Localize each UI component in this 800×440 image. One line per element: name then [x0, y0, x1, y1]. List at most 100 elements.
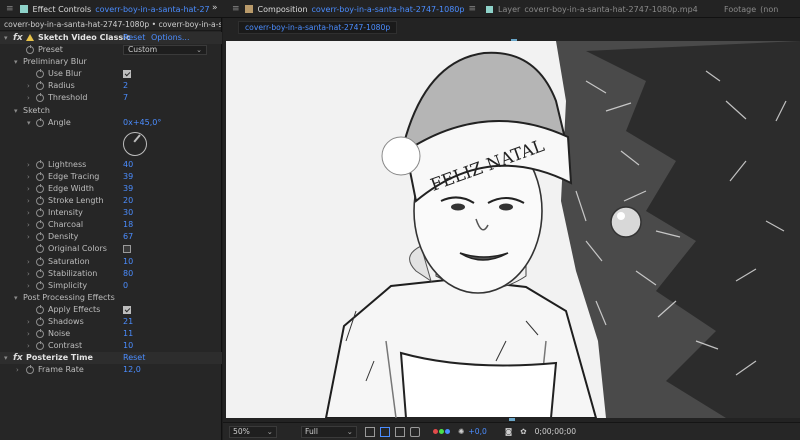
- stopwatch-icon[interactable]: [36, 93, 44, 103]
- grid-guides-icon[interactable]: [410, 426, 420, 437]
- hamburger-icon[interactable]: ≡: [6, 4, 14, 14]
- options-button[interactable]: Options...: [151, 32, 190, 44]
- param-value[interactable]: 2: [123, 80, 128, 92]
- param-value[interactable]: 39: [123, 183, 133, 195]
- chevron-right-icon[interactable]: ›: [27, 231, 30, 243]
- chevron-right-icon[interactable]: ›: [27, 316, 30, 328]
- reset-button[interactable]: Reset: [123, 352, 145, 364]
- param-value[interactable]: 67: [123, 231, 133, 243]
- frame-handle-bottom[interactable]: [509, 418, 515, 421]
- mask-visibility-icon[interactable]: [395, 426, 405, 437]
- transparency-grid-icon[interactable]: [380, 426, 390, 437]
- group-sketch[interactable]: ▾ Sketch: [0, 105, 222, 117]
- apply-effects-checkbox[interactable]: [123, 305, 131, 314]
- stopwatch-icon[interactable]: [36, 244, 44, 254]
- stopwatch-icon[interactable]: [26, 365, 34, 375]
- reset-button[interactable]: Reset: [123, 32, 145, 44]
- stopwatch-icon[interactable]: [36, 341, 44, 351]
- param-value[interactable]: 21: [123, 316, 133, 328]
- group-preliminary-blur[interactable]: ▾ Preliminary Blur: [0, 56, 222, 68]
- stopwatch-icon[interactable]: [26, 45, 34, 55]
- chevron-right-icon[interactable]: ›: [27, 219, 30, 231]
- preset-dropdown[interactable]: Custom ⌄: [123, 45, 207, 56]
- tab-footage[interactable]: Footage (non: [724, 0, 800, 18]
- stopwatch-icon[interactable]: [36, 220, 44, 230]
- stopwatch-icon[interactable]: [36, 256, 44, 266]
- stopwatch-icon[interactable]: [36, 208, 44, 218]
- tab-composition[interactable]: ≡ Composition coverr-boy-in-a-santa-hat-…: [232, 0, 480, 18]
- chevron-right-icon[interactable]: ›: [27, 340, 30, 352]
- chevron-right-icon[interactable]: ›: [27, 92, 30, 104]
- chevron-down-icon[interactable]: ▾: [14, 105, 18, 117]
- panel-overflow-icon[interactable]: »: [212, 3, 218, 13]
- camera-icon[interactable]: ◙: [505, 427, 512, 436]
- chevron-down-icon[interactable]: ▾: [4, 352, 8, 364]
- chevron-right-icon[interactable]: ›: [27, 171, 30, 183]
- resolution-dropdown[interactable]: Full ⌄: [301, 425, 357, 438]
- composition-subtab[interactable]: coverr-boy-in-a-santa-hat-2747-1080p: [238, 21, 398, 34]
- chevron-down-icon[interactable]: ▾: [14, 56, 18, 68]
- stopwatch-icon[interactable]: [36, 196, 44, 206]
- fx-icon[interactable]: fx: [13, 352, 23, 364]
- exposure-control[interactable]: ✺ +0,0: [458, 427, 487, 436]
- chevron-right-icon[interactable]: ›: [27, 183, 30, 195]
- zoom-dropdown[interactable]: 50% ⌄: [229, 425, 277, 438]
- stopwatch-icon[interactable]: [36, 183, 44, 193]
- param-radius: › Radius 2: [0, 80, 222, 92]
- chevron-down-icon[interactable]: ▾: [14, 292, 18, 304]
- effect-header-posterize-time[interactable]: ▾ fx Posterize Time Reset: [0, 352, 222, 365]
- use-blur-checkbox[interactable]: [123, 70, 131, 79]
- stopwatch-icon[interactable]: [36, 268, 44, 278]
- angle-dial[interactable]: [123, 131, 147, 156]
- stopwatch-icon[interactable]: [36, 304, 44, 314]
- param-value[interactable]: 0: [123, 280, 128, 292]
- stopwatch-icon[interactable]: [36, 159, 44, 169]
- param-value[interactable]: 0x+45,0°: [123, 117, 161, 129]
- region-of-interest-icon[interactable]: [365, 426, 375, 437]
- chevron-right-icon[interactable]: ›: [27, 207, 30, 219]
- param-value[interactable]: 7: [123, 92, 128, 104]
- chevron-right-icon[interactable]: ›: [27, 328, 30, 340]
- param-value[interactable]: 12,0: [123, 364, 141, 376]
- stopwatch-icon[interactable]: [36, 232, 44, 242]
- param-value[interactable]: 30: [123, 207, 133, 219]
- chevron-down-icon[interactable]: ▾: [27, 117, 31, 129]
- param-value[interactable]: 40: [123, 159, 133, 171]
- stopwatch-icon[interactable]: [36, 171, 44, 181]
- stopwatch-icon[interactable]: [36, 117, 44, 127]
- chevron-right-icon[interactable]: ›: [27, 280, 30, 292]
- hamburger-icon[interactable]: ≡: [232, 4, 240, 14]
- effect-header-sketch-video-classic[interactable]: ▾ fx Sketch Video Classic Reset Options.…: [0, 32, 222, 45]
- stopwatch-icon[interactable]: [36, 329, 44, 339]
- composition-viewer[interactable]: FELIZ NATAL: [226, 41, 800, 418]
- chevron-right-icon[interactable]: ›: [27, 256, 30, 268]
- channel-color-icon[interactable]: [433, 429, 450, 434]
- param-value[interactable]: 39: [123, 171, 133, 183]
- chevron-right-icon[interactable]: ›: [16, 364, 19, 376]
- chevron-right-icon[interactable]: ›: [27, 268, 30, 280]
- param-value[interactable]: 80: [123, 268, 133, 280]
- menu-icon[interactable]: ≡: [468, 4, 476, 14]
- group-post-processing[interactable]: ▾ Post Processing Effects: [0, 292, 222, 304]
- stopwatch-icon[interactable]: [36, 81, 44, 91]
- param-value[interactable]: 10: [123, 256, 133, 268]
- tab-layer[interactable]: Layer coverr-boy-in-a-santa-hat-2747-108…: [486, 0, 718, 18]
- param-value[interactable]: 11: [123, 328, 133, 340]
- stopwatch-icon[interactable]: [36, 316, 44, 326]
- chevron-right-icon[interactable]: ›: [27, 80, 30, 92]
- fx-icon[interactable]: fx: [13, 32, 23, 44]
- group-label: Post Processing Effects: [23, 292, 115, 302]
- param-value[interactable]: 18: [123, 219, 133, 231]
- chevron-right-icon[interactable]: ›: [27, 195, 30, 207]
- chevron-down-icon[interactable]: ▾: [4, 32, 8, 44]
- exposure-value[interactable]: +0,0: [468, 427, 486, 436]
- param-value[interactable]: 20: [123, 195, 133, 207]
- original-colors-checkbox[interactable]: [123, 245, 131, 254]
- param-value[interactable]: 10: [123, 340, 133, 352]
- stopwatch-icon[interactable]: [36, 69, 44, 79]
- timecode[interactable]: 0;00;00;00: [535, 427, 577, 436]
- chevron-right-icon[interactable]: ›: [27, 159, 30, 171]
- tab-effect-controls[interactable]: ≡ Effect Controls coverr-boy-in-a-santa-…: [6, 0, 222, 18]
- show-snapshot-icon[interactable]: ✿: [520, 427, 526, 436]
- stopwatch-icon[interactable]: [36, 280, 44, 290]
